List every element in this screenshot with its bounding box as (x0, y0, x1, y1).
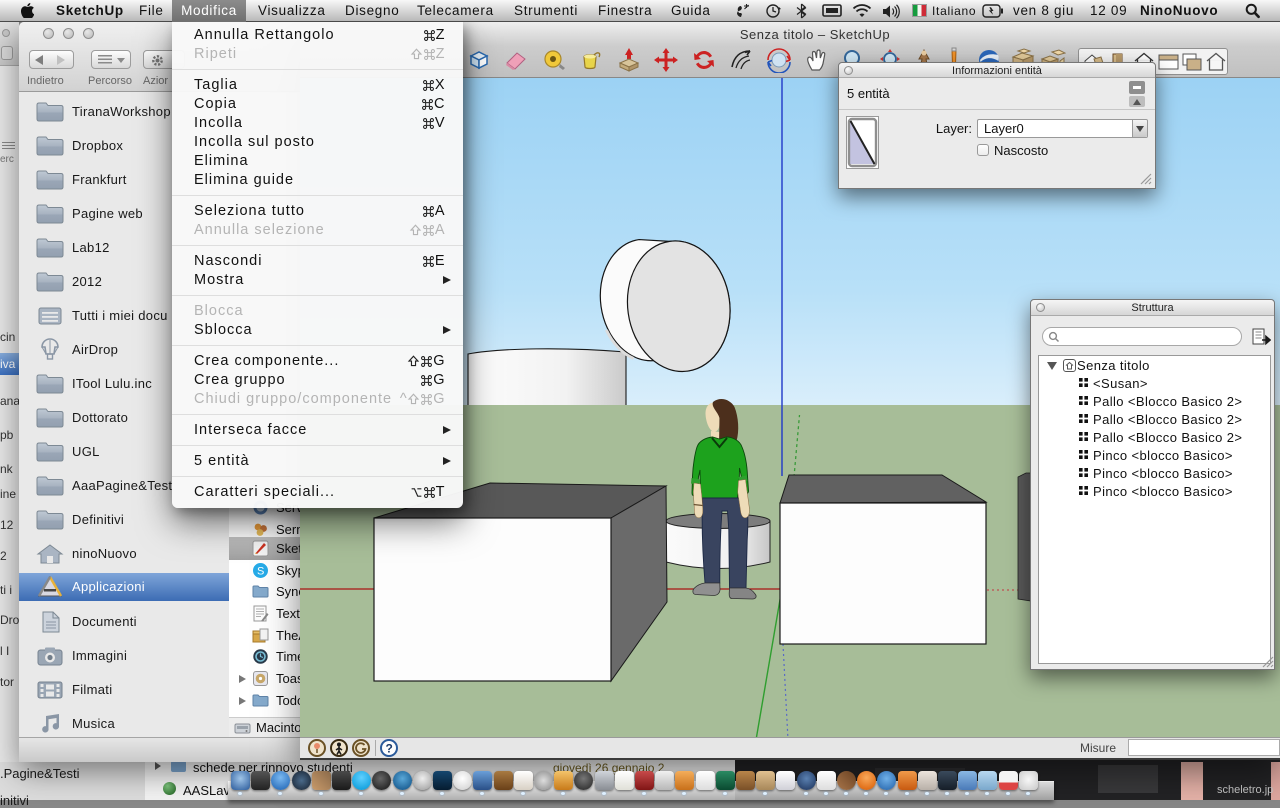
svg-text:S: S (257, 566, 264, 578)
svg-text:?: ? (386, 742, 393, 756)
